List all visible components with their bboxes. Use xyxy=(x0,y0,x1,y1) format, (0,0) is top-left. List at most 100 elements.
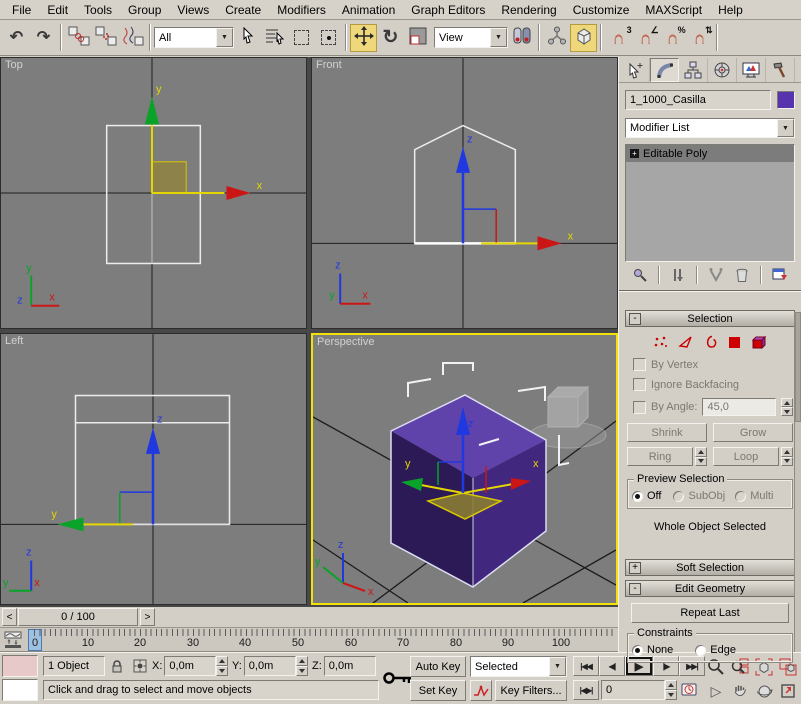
set-key-mode-button[interactable] xyxy=(470,680,492,701)
soft-selection-rollout-header[interactable]: + Soft Selection xyxy=(625,559,795,576)
menu-file[interactable]: File xyxy=(4,1,39,19)
maxscript-mini-listener-pink[interactable] xyxy=(2,655,38,677)
command-panel-scrollbar[interactable] xyxy=(794,312,801,652)
viewport-top-label[interactable]: Top xyxy=(5,59,23,71)
field-of-view-button[interactable]: ▷ xyxy=(704,679,728,703)
redo-button[interactable]: ↷ xyxy=(30,24,57,52)
time-slider-prev-button[interactable]: < xyxy=(2,608,17,626)
menu-customize[interactable]: Customize xyxy=(565,1,638,19)
viewport-perspective-label[interactable]: Perspective xyxy=(317,336,374,348)
border-subobject-button[interactable] xyxy=(704,335,718,352)
show-end-result-button[interactable] xyxy=(667,265,689,285)
tab-create[interactable] xyxy=(621,58,650,82)
menu-maxscript[interactable]: MAXScript xyxy=(637,1,710,19)
viewport-perspective[interactable]: Perspective xyxy=(311,333,618,605)
menu-edit[interactable]: Edit xyxy=(39,1,76,19)
ignore-backfacing-checkbox[interactable] xyxy=(633,378,646,391)
snaps-toggle-button[interactable] xyxy=(570,24,597,52)
window-crossing-button[interactable] xyxy=(315,24,342,52)
preview-off-radio[interactable] xyxy=(632,491,643,502)
object-color-swatch[interactable] xyxy=(777,91,795,109)
menu-tools[interactable]: Tools xyxy=(76,1,120,19)
previous-frame-button[interactable]: ◀| xyxy=(599,656,625,676)
menu-help[interactable]: Help xyxy=(710,1,751,19)
repeat-last-button[interactable]: Repeat Last xyxy=(631,603,789,623)
dropdown-arrow-icon[interactable]: ▼ xyxy=(216,28,233,47)
element-subobject-button[interactable] xyxy=(751,335,767,352)
y-coordinate-input[interactable] xyxy=(249,660,291,672)
time-configuration-button[interactable] xyxy=(677,680,701,700)
ring-button[interactable]: Ring xyxy=(627,447,693,466)
x-spinner[interactable] xyxy=(216,656,228,676)
snap-3d-button[interactable]: ∩3 xyxy=(605,24,632,52)
constraints-none-radio[interactable] xyxy=(632,645,643,656)
z-coordinate-input[interactable] xyxy=(329,660,371,672)
select-and-scale-button[interactable] xyxy=(404,24,431,52)
by-angle-checkbox[interactable] xyxy=(633,401,646,414)
modifier-stack[interactable]: + Editable Poly xyxy=(625,144,795,262)
modifier-list-dropdown[interactable]: Modifier List ▼ xyxy=(625,118,795,138)
bind-to-space-warp-button[interactable] xyxy=(119,24,146,52)
grow-button[interactable]: Grow xyxy=(713,423,793,442)
absolute-offset-toggle[interactable] xyxy=(130,656,150,676)
spinner-snap-button[interactable]: ∩⇅ xyxy=(686,24,713,52)
selection-filter-dropdown[interactable]: All ▼ xyxy=(154,27,234,48)
maxscript-mini-listener-white[interactable] xyxy=(2,679,38,701)
modifier-stack-item-editable-poly[interactable]: + Editable Poly xyxy=(626,145,794,162)
tab-hierarchy[interactable] xyxy=(679,58,708,82)
viewport-left[interactable]: Left z y z y x xyxy=(0,333,307,605)
menu-rendering[interactable]: Rendering xyxy=(493,1,564,19)
vertex-subobject-button[interactable] xyxy=(653,335,668,352)
expand-icon[interactable]: + xyxy=(629,562,641,574)
by-vertex-checkbox[interactable] xyxy=(633,358,646,371)
ring-spinner[interactable] xyxy=(695,447,707,466)
maximize-viewport-toggle-button[interactable] xyxy=(776,679,800,703)
menu-graph-editors[interactable]: Graph Editors xyxy=(403,1,493,19)
reference-coordinate-dropdown[interactable]: View ▼ xyxy=(434,27,508,48)
loop-button[interactable]: Loop xyxy=(713,447,779,466)
use-pivot-point-button[interactable] xyxy=(508,24,535,52)
angle-snap-button[interactable]: ∩∠ xyxy=(632,24,659,52)
pin-stack-button[interactable] xyxy=(629,265,651,285)
viewport-front[interactable]: Front z x z x y xyxy=(311,57,618,329)
time-slider-handle[interactable]: 0 / 100 xyxy=(18,608,138,626)
track-bar-ruler[interactable]: 0 10 20 30 40 50 60 70 80 90 100 xyxy=(28,628,614,652)
tab-modify[interactable] xyxy=(650,58,679,82)
frame-spinner[interactable] xyxy=(665,680,677,700)
object-name-input[interactable] xyxy=(630,94,766,106)
make-unique-button[interactable] xyxy=(705,265,727,285)
shrink-button[interactable]: Shrink xyxy=(627,423,707,442)
dropdown-arrow-icon[interactable]: ▼ xyxy=(777,119,794,137)
by-angle-spinner[interactable] xyxy=(781,398,793,416)
select-and-manipulate-button[interactable] xyxy=(543,24,570,52)
selection-rollout-header[interactable]: - Selection xyxy=(625,310,795,327)
go-to-start-button[interactable]: |◀◀ xyxy=(573,656,599,676)
viewport-top[interactable]: Top y x y x z xyxy=(0,57,307,329)
set-key-button[interactable]: Set Key xyxy=(410,680,466,701)
current-frame-input[interactable] xyxy=(606,684,660,696)
auto-key-button[interactable]: Auto Key xyxy=(410,656,466,677)
x-coordinate-input[interactable] xyxy=(169,660,211,672)
menu-create[interactable]: Create xyxy=(217,1,269,19)
percent-snap-button[interactable]: ∩% xyxy=(659,24,686,52)
undo-button[interactable]: ↶ xyxy=(3,24,30,52)
dropdown-arrow-icon[interactable]: ▼ xyxy=(490,28,507,47)
key-filters-button[interactable]: Key Filters... xyxy=(495,680,567,701)
viewport-left-label[interactable]: Left xyxy=(5,335,23,347)
configure-modifier-sets-button[interactable] xyxy=(769,265,791,285)
collapse-icon[interactable]: - xyxy=(629,313,641,325)
key-filter-mode-dropdown[interactable]: Selected ▼ xyxy=(470,656,567,677)
dropdown-arrow-icon[interactable]: ▼ xyxy=(549,657,566,676)
by-angle-input[interactable] xyxy=(707,401,771,413)
track-bar[interactable]: 0 10 20 30 40 50 60 70 80 90 100 xyxy=(0,628,618,652)
selection-lock-toggle[interactable] xyxy=(109,657,125,675)
viewport-front-label[interactable]: Front xyxy=(316,59,342,71)
select-and-move-button[interactable] xyxy=(350,24,377,52)
key-mode-toggle-button[interactable]: |◀▶| xyxy=(573,680,599,700)
menu-modifiers[interactable]: Modifiers xyxy=(269,1,334,19)
y-spinner[interactable] xyxy=(296,656,308,676)
preview-subobj-radio[interactable] xyxy=(673,491,684,502)
time-slider-next-button[interactable]: > xyxy=(140,608,155,626)
arc-rotate-button[interactable] xyxy=(752,679,776,703)
select-by-name-button[interactable] xyxy=(261,24,288,52)
